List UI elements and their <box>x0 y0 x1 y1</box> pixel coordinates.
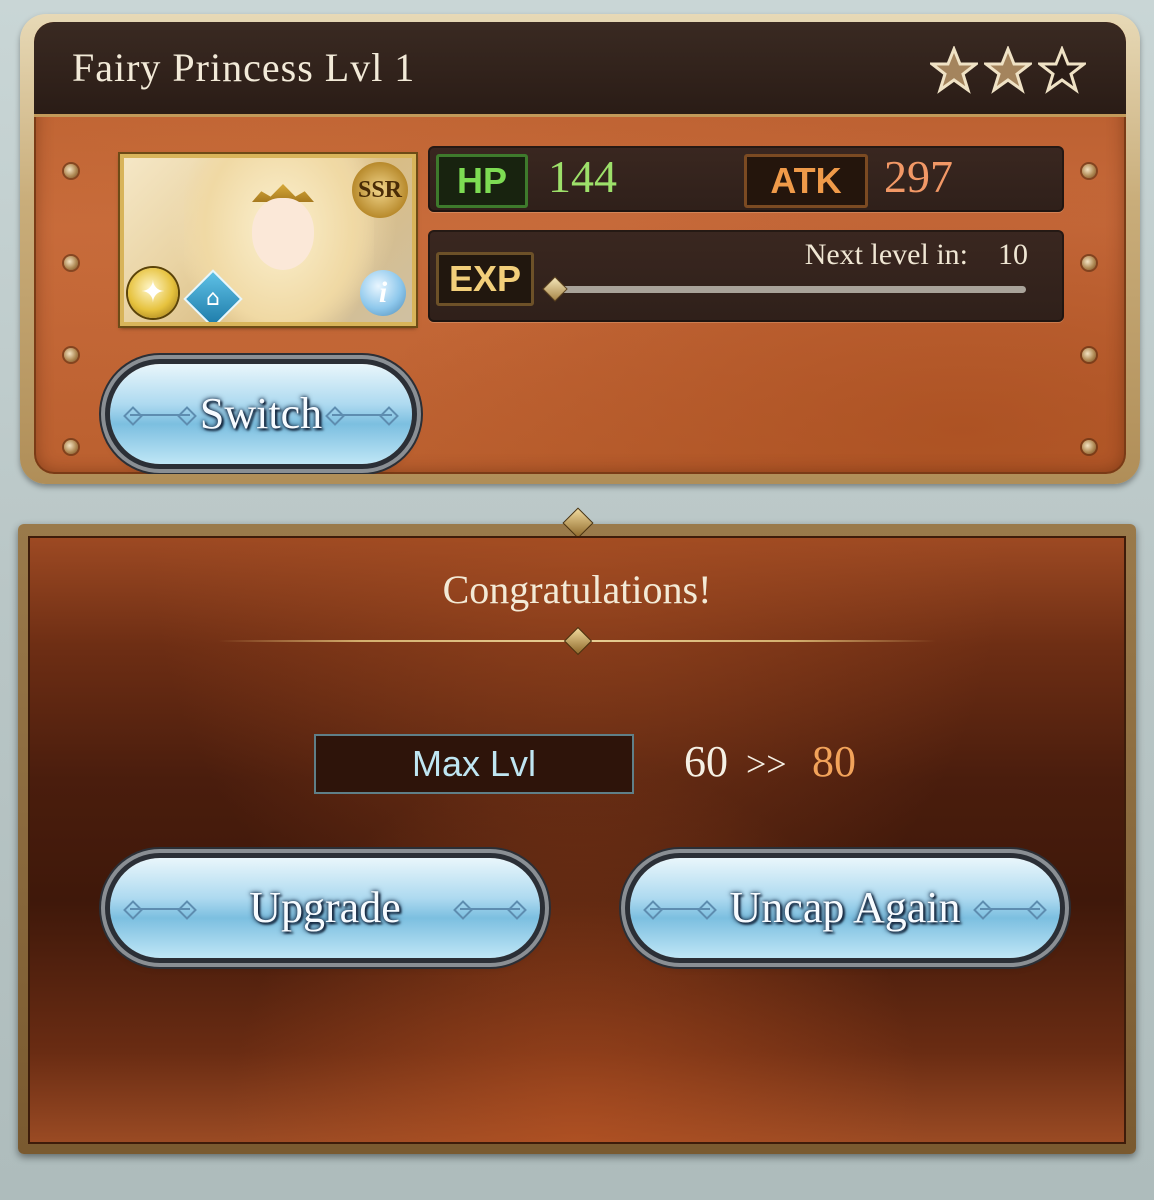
button-flourish-icon <box>460 908 520 910</box>
hp-value: 144 <box>548 151 617 202</box>
max-lvl-from: 60 <box>684 737 728 786</box>
rivet-icon <box>1082 348 1096 362</box>
exp-bar <box>556 286 1026 293</box>
uncap-again-button[interactable]: Uncap Again <box>630 858 1060 958</box>
divider-ornament-icon <box>563 626 593 656</box>
max-lvl-arrow: >> <box>746 744 787 784</box>
button-flourish-icon <box>980 908 1040 910</box>
character-title: Fairy Princess Lvl 1 <box>72 45 416 90</box>
switch-button[interactable]: Switch <box>110 364 412 464</box>
title-bar: Fairy Princess Lvl 1 <box>34 22 1126 117</box>
congratulations-heading: Congratulations! <box>442 567 712 612</box>
exp-marker-icon <box>542 276 568 302</box>
switch-button-label: Switch <box>199 389 323 438</box>
star-filled-icon <box>984 46 1032 94</box>
exp-box: EXP Next level in: 10 <box>428 230 1064 322</box>
heading-divider <box>218 626 936 656</box>
uncap-result-panel: Congratulations! Max Lvl 60 >> 80 Upgrad… <box>18 507 1136 1154</box>
star-filled-icon <box>930 46 978 94</box>
next-level-value: 10 <box>998 238 1028 271</box>
upgrade-button[interactable]: Upgrade <box>110 858 540 958</box>
panel-ornament-icon <box>562 507 594 539</box>
rivet-icon <box>64 164 78 178</box>
rivet-icon <box>1082 164 1096 178</box>
rarity-badge: SSR <box>352 162 408 218</box>
button-flourish-icon <box>130 414 190 416</box>
rivet-icon <box>64 256 78 270</box>
button-flourish-icon <box>130 908 190 910</box>
button-flourish-icon <box>650 908 710 910</box>
max-lvl-label: Max Lvl <box>314 734 634 794</box>
max-lvl-to: 80 <box>812 737 856 786</box>
character-card: Fairy Princess Lvl 1 SSR ✦ ⌂ i HP 144 AT… <box>20 14 1140 484</box>
light-element-icon: ✦ <box>128 268 178 318</box>
rivet-icon <box>1082 440 1096 454</box>
star-empty-icon <box>1038 46 1086 94</box>
exp-tag: EXP <box>436 252 534 306</box>
atk-value: 297 <box>884 151 953 202</box>
stats-box: HP 144 ATK 297 <box>428 146 1064 212</box>
portrait-face <box>252 198 314 270</box>
info-icon[interactable]: i <box>360 270 406 316</box>
upgrade-button-label: Upgrade <box>249 883 401 932</box>
rarity-stars <box>930 46 1086 94</box>
character-card-panel: Fairy Princess Lvl 1 SSR ✦ ⌂ i HP 144 AT… <box>34 22 1126 474</box>
rivet-icon <box>64 348 78 362</box>
button-flourish-icon <box>332 414 392 416</box>
uncap-result-body: Congratulations! Max Lvl 60 >> 80 Upgrad… <box>28 536 1126 1144</box>
hp-tag: HP <box>436 154 528 208</box>
next-level-label: Next level in: <box>804 238 968 271</box>
character-portrait[interactable]: SSR ✦ ⌂ i <box>120 154 416 326</box>
rivet-icon <box>64 440 78 454</box>
rivet-icon <box>1082 256 1096 270</box>
atk-tag: ATK <box>744 154 868 208</box>
uncap-again-button-label: Uncap Again <box>729 883 961 932</box>
